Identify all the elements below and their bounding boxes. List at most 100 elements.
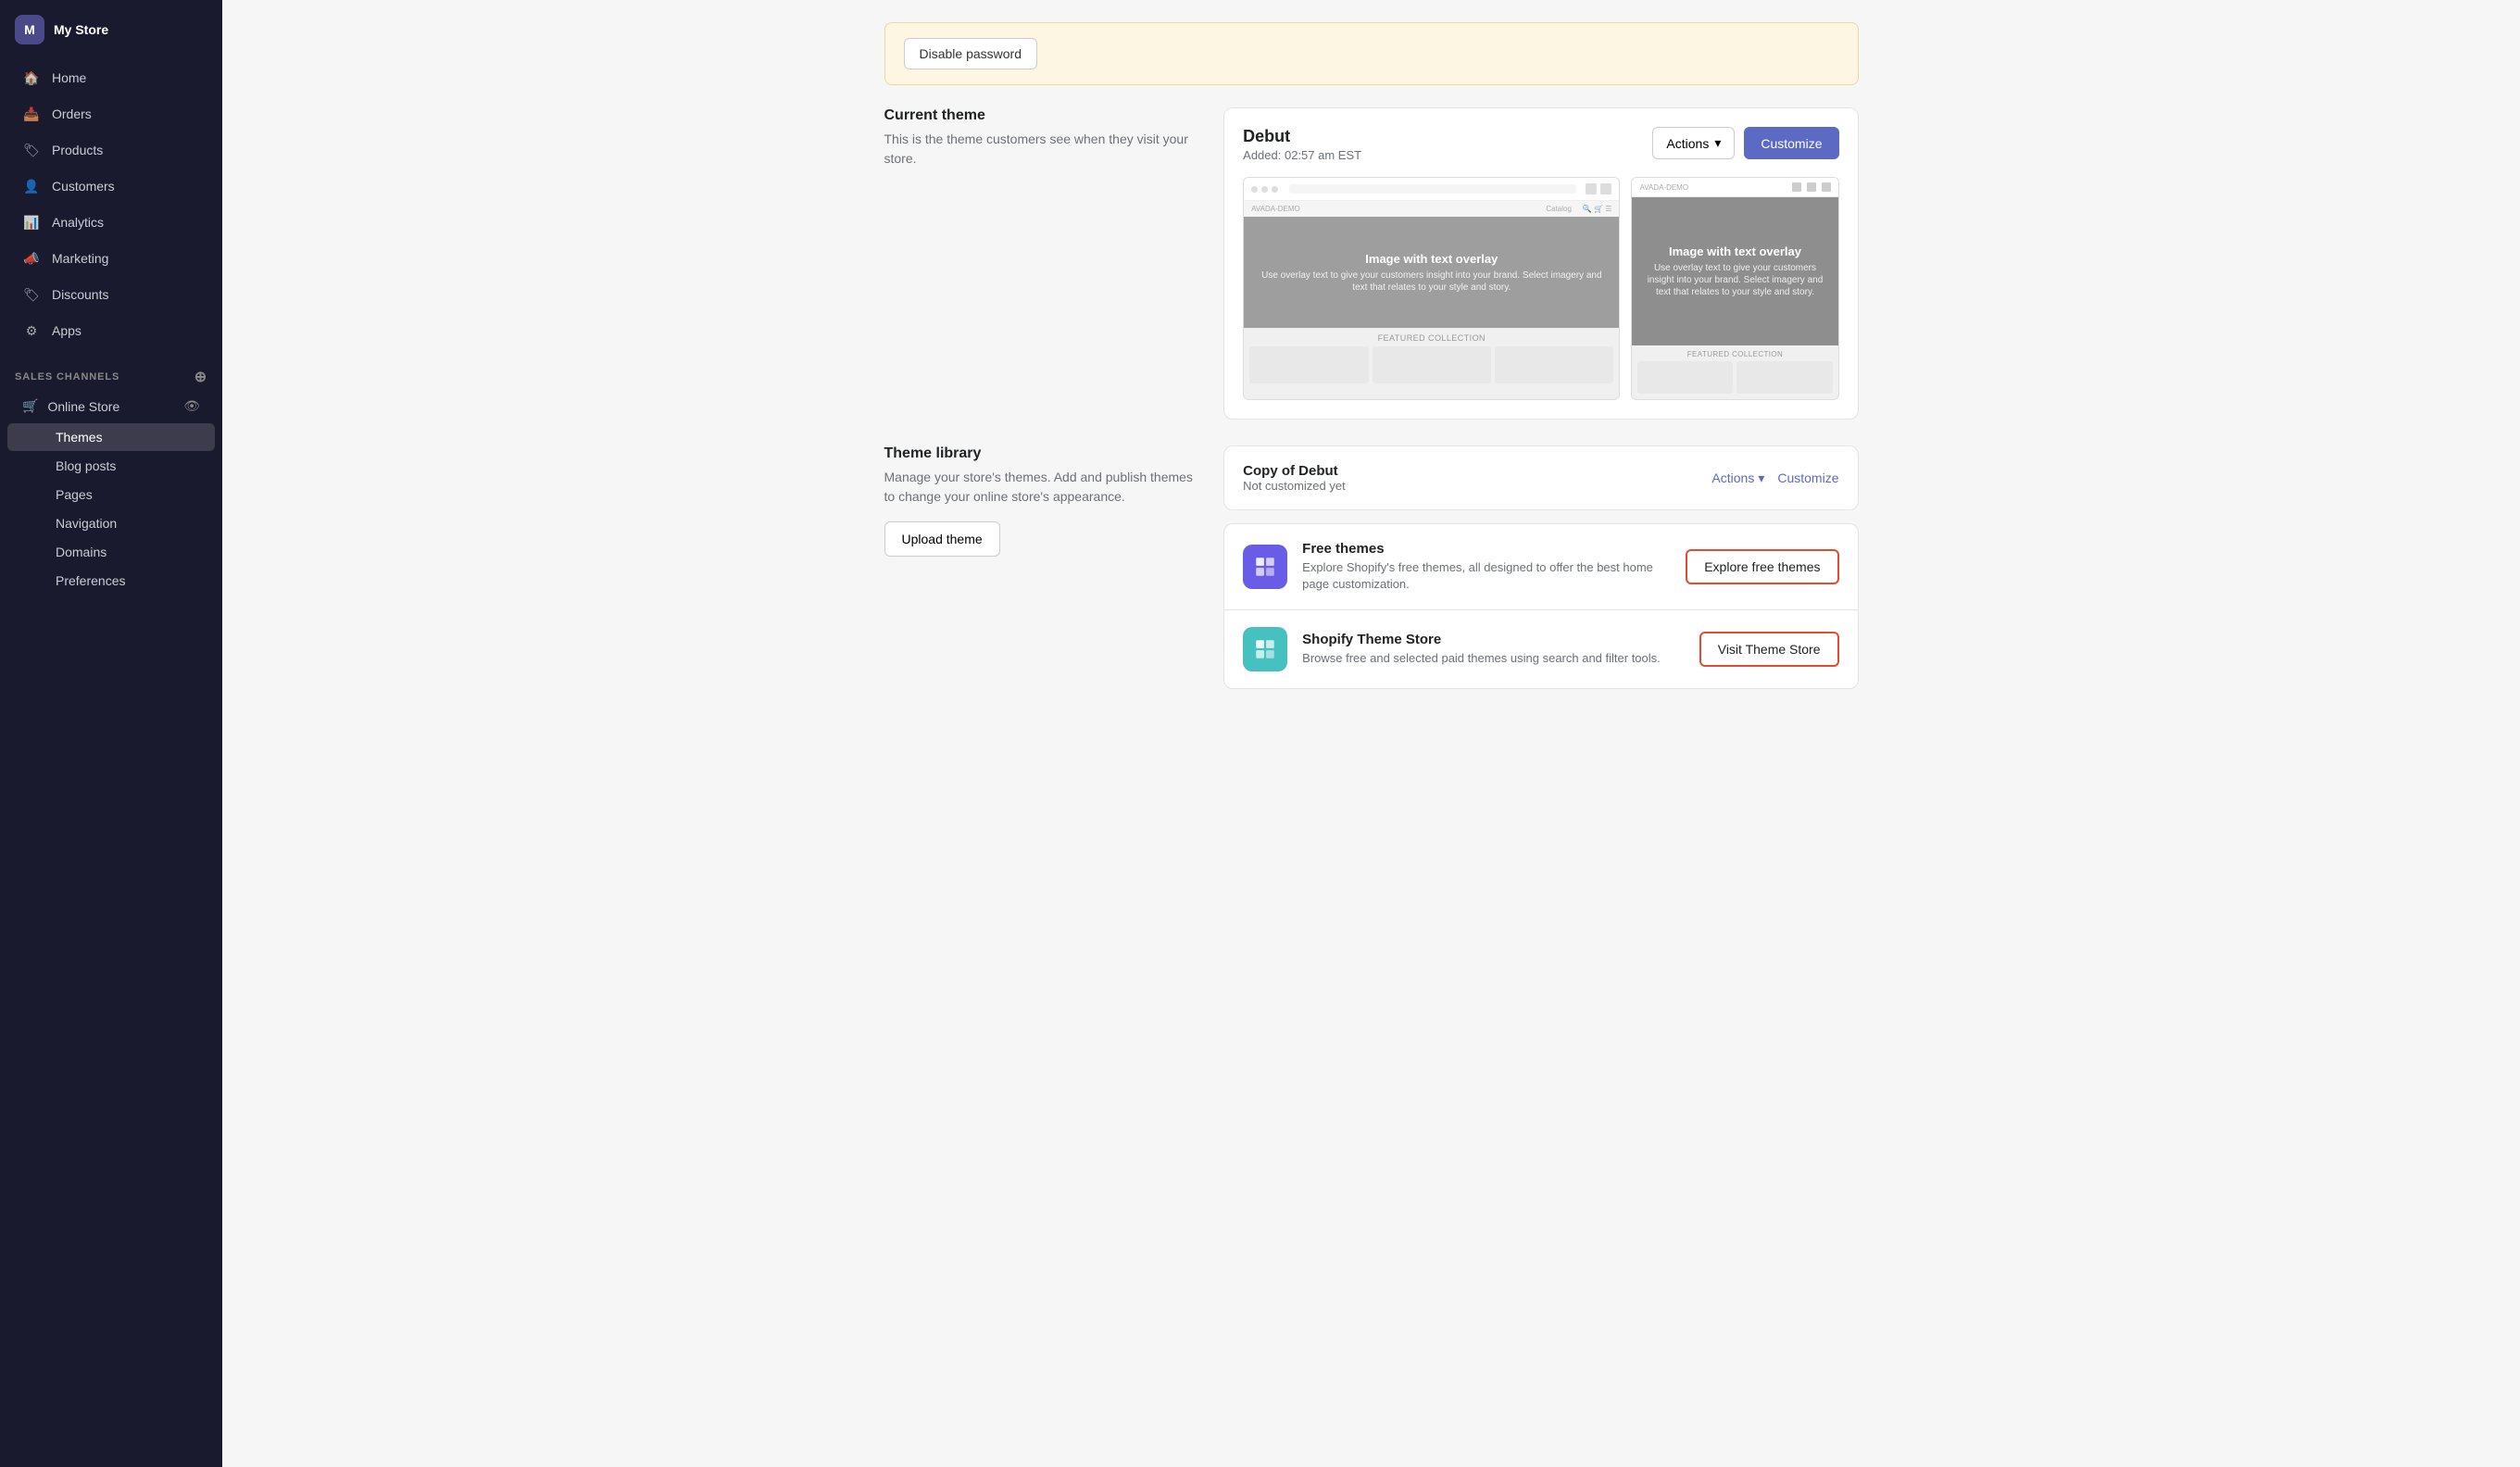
sidebar-item-orders[interactable]: 📥 Orders [7, 96, 215, 132]
sidebar-item-navigation[interactable]: Navigation [7, 509, 215, 537]
sidebar-item-domains[interactable]: Domains [7, 538, 215, 566]
sidebar-item-marketing[interactable]: 📣 Marketing [7, 241, 215, 276]
mobile-hero: Image with text overlay Use overlay text… [1632, 197, 1837, 345]
browser-url-bar [1289, 184, 1576, 194]
theme-library-title: Theme library [884, 445, 1202, 462]
theme-date: Added: 02:57 am EST [1243, 148, 1361, 162]
sidebar-item-themes[interactable]: Themes [7, 423, 215, 451]
shopify-store-info: Shopify Theme Store Browse free and sele… [1302, 632, 1685, 667]
product-thumb-2 [1373, 346, 1491, 383]
upload-theme-button[interactable]: Upload theme [884, 521, 1000, 557]
sidebar-item-products-label: Products [52, 143, 103, 157]
sidebar-item-blog-posts[interactable]: Blog posts [7, 452, 215, 480]
customize-button[interactable]: Customize [1744, 127, 1838, 159]
theme-name: Debut [1243, 127, 1361, 146]
mobile-product-2 [1736, 361, 1832, 394]
sidebar-item-preferences[interactable]: Preferences [7, 567, 215, 595]
online-store-label: Online Store [47, 399, 174, 414]
free-themes-desc: Explore Shopify's free themes, all desig… [1302, 559, 1671, 593]
product-thumb-3 [1495, 346, 1613, 383]
browser-dot-2 [1261, 186, 1268, 193]
sidebar-item-discounts[interactable]: 🏷 Discounts [7, 277, 215, 312]
sidebar: M My Store 🏠 Home 📥 Orders 🏷 Products 👤 … [0, 0, 222, 1467]
browser-action-1 [1586, 183, 1597, 194]
products-icon: 🏷 [22, 141, 41, 159]
copy-chevron-icon: ▾ [1758, 470, 1764, 486]
current-theme-desc: This is the theme customers see when the… [884, 130, 1202, 169]
sidebar-header: M My Store [0, 0, 222, 52]
pages-label: Pages [56, 487, 93, 502]
marketing-icon: 📣 [22, 249, 41, 268]
orders-icon: 📥 [22, 105, 41, 123]
apps-icon: ⚙ [22, 321, 41, 340]
actions-button[interactable]: Actions ▾ [1652, 127, 1735, 159]
sidebar-item-orders-label: Orders [52, 107, 92, 121]
domains-label: Domains [56, 545, 107, 559]
theme-card-header: Debut Added: 02:57 am EST Actions ▾ Cust… [1243, 127, 1838, 162]
sidebar-item-customers-label: Customers [52, 179, 115, 194]
sidebar-item-marketing-label: Marketing [52, 251, 108, 266]
mobile-browser-bar: AVADA-DEMO [1632, 178, 1837, 197]
shopify-store-icon [1243, 627, 1287, 671]
product-thumb-1 [1249, 346, 1368, 383]
current-theme-title: Current theme [884, 107, 1202, 124]
theme-library-right: Copy of Debut Not customized yet Actions… [1223, 445, 1858, 689]
desktop-hero: Image with text overlay Use overlay text… [1244, 217, 1619, 328]
browser-action-2 [1600, 183, 1611, 194]
theme-card-actions: Actions ▾ Customize [1652, 127, 1838, 159]
free-themes-title: Free themes [1302, 541, 1671, 557]
sidebar-item-home[interactable]: 🏠 Home [7, 60, 215, 95]
theme-library-description: Theme library Manage your store's themes… [884, 445, 1202, 689]
shopify-theme-store-card: Shopify Theme Store Browse free and sele… [1223, 609, 1858, 689]
sidebar-item-online-store[interactable]: 🛒 Online Store 👁 [7, 391, 215, 421]
free-themes-icon [1243, 545, 1287, 589]
copy-customize-button[interactable]: Customize [1777, 470, 1838, 485]
customers-icon: 👤 [22, 177, 41, 195]
disable-password-button[interactable]: Disable password [904, 38, 1038, 69]
browser-dot-3 [1272, 186, 1278, 193]
current-theme-description: Current theme This is the theme customer… [884, 107, 1202, 420]
shopify-store-desc: Browse free and selected paid themes usi… [1302, 650, 1685, 667]
sidebar-item-customers[interactable]: 👤 Customers [7, 169, 215, 204]
eye-icon[interactable]: 👁 [183, 398, 200, 414]
preferences-label: Preferences [56, 573, 125, 588]
current-theme-card: Debut Added: 02:57 am EST Actions ▾ Cust… [1223, 107, 1858, 420]
mobile-cart-icon [1807, 182, 1816, 192]
sidebar-item-products[interactable]: 🏷 Products [7, 132, 215, 168]
free-themes-info: Free themes Explore Shopify's free theme… [1302, 541, 1671, 593]
desktop-preview: AVADA-DEMO Catalog 🔍 🛒 ☰ Image with text… [1243, 177, 1620, 400]
online-store-icon: 🛒 [22, 398, 38, 414]
explore-free-themes-button[interactable]: Explore free themes [1686, 549, 1838, 584]
store-name: My Store [54, 22, 108, 37]
current-theme-section: Current theme This is the theme customer… [884, 107, 1859, 420]
copy-debut-card: Copy of Debut Not customized yet Actions… [1223, 445, 1858, 510]
theme-library-desc: Manage your store's themes. Add and publ… [884, 468, 1202, 507]
theme-store-cards: Free themes Explore Shopify's free theme… [1223, 523, 1858, 689]
desktop-featured-label: FEATURED COLLECTION [1244, 328, 1619, 346]
themes-label: Themes [56, 430, 103, 445]
desktop-products [1244, 346, 1619, 389]
copy-actions-button[interactable]: Actions ▾ [1711, 470, 1764, 486]
sidebar-item-apps[interactable]: ⚙ Apps [7, 313, 215, 348]
store-avatar: M [15, 15, 44, 44]
main-content: Disable password Current theme This is t… [222, 0, 2520, 1467]
mobile-preview: AVADA-DEMO Image with text overlay Use o… [1631, 177, 1838, 400]
sidebar-item-analytics-label: Analytics [52, 215, 104, 230]
sidebar-item-pages[interactable]: Pages [7, 481, 215, 508]
theme-library-section: Theme library Manage your store's themes… [884, 445, 1859, 689]
mobile-menu-icon [1822, 182, 1831, 192]
copy-theme-actions: Actions ▾ Customize [1711, 470, 1838, 486]
theme-preview: AVADA-DEMO Catalog 🔍 🛒 ☰ Image with text… [1243, 177, 1838, 400]
mobile-featured-label: FEATURED COLLECTION [1632, 345, 1837, 361]
desktop-hero-sub: Use overlay text to give your customers … [1253, 270, 1610, 294]
visit-theme-store-button[interactable]: Visit Theme Store [1699, 632, 1839, 667]
sales-channels-label: Sales Channels ⊕ [0, 357, 222, 390]
free-themes-card: Free themes Explore Shopify's free theme… [1223, 523, 1858, 609]
add-sales-channel-icon[interactable]: ⊕ [194, 368, 207, 386]
sidebar-item-analytics[interactable]: 📊 Analytics [7, 205, 215, 240]
navigation-label: Navigation [56, 516, 117, 531]
copy-theme-name: Copy of Debut [1243, 463, 1346, 479]
home-icon: 🏠 [22, 69, 41, 87]
sidebar-item-discounts-label: Discounts [52, 287, 108, 302]
sidebar-item-home-label: Home [52, 70, 86, 85]
